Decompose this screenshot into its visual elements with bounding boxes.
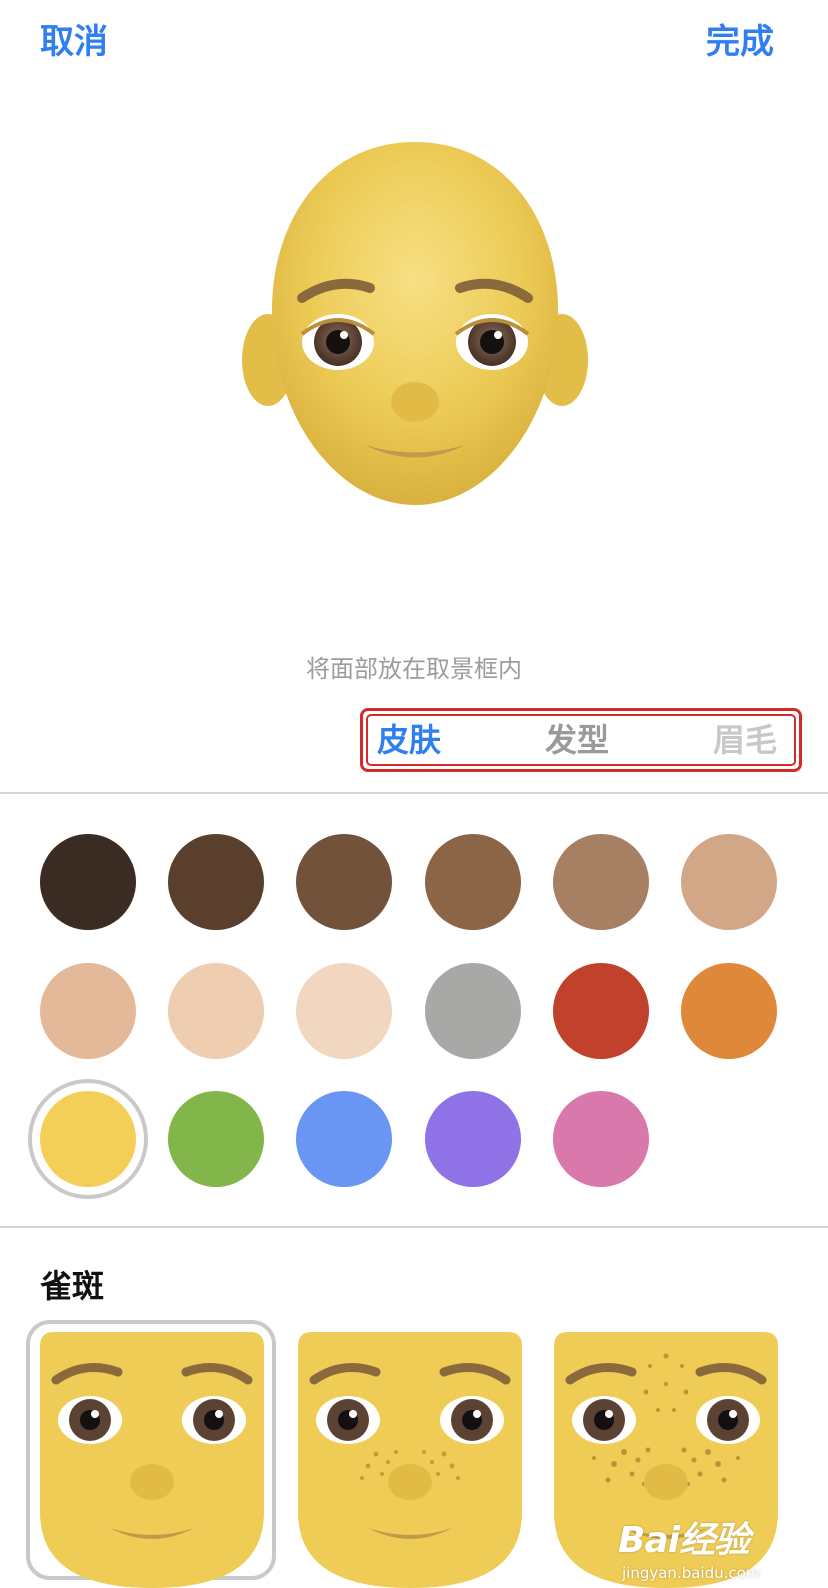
watermark-url: jingyan.baidu.com — [622, 1564, 761, 1582]
face-no-freckles-icon — [40, 1332, 264, 1588]
skin-color-swatch[interactable] — [553, 834, 649, 930]
tab-hairstyle[interactable]: 发型 — [545, 720, 609, 760]
skin-color-swatch[interactable] — [168, 834, 264, 930]
watermark-brand: Bai经验 — [618, 1520, 750, 1561]
face-light-freckles-icon — [298, 1332, 522, 1588]
skin-color-swatch[interactable] — [681, 963, 777, 1059]
divider — [0, 1226, 828, 1228]
skin-color-swatch[interactable] — [553, 963, 649, 1059]
divider — [0, 792, 828, 794]
skin-color-swatch[interactable] — [40, 1091, 136, 1187]
memoji-face-icon — [242, 142, 588, 505]
memoji-preview — [230, 120, 600, 540]
tab-skin[interactable]: 皮肤 — [377, 720, 441, 760]
skin-color-swatch[interactable] — [425, 834, 521, 930]
freckles-option-none[interactable] — [26, 1320, 276, 1588]
skin-color-swatch[interactable] — [296, 834, 392, 930]
skin-color-swatch[interactable] — [681, 834, 777, 930]
skin-color-swatch[interactable] — [296, 1091, 392, 1187]
done-button[interactable]: 完成 — [706, 20, 774, 64]
skin-color-swatch[interactable] — [40, 834, 136, 930]
skin-color-swatch[interactable] — [40, 963, 136, 1059]
cancel-button[interactable]: 取消 — [40, 20, 108, 64]
skin-color-swatch[interactable] — [168, 963, 264, 1059]
baidu-jingyan-watermark: Bai经验 jingyan.baidu.com — [618, 1520, 818, 1584]
freckles-section-title: 雀斑 — [40, 1267, 105, 1305]
freckles-option-light[interactable] — [284, 1320, 534, 1588]
skin-color-swatch[interactable] — [553, 1091, 649, 1187]
skin-color-swatch[interactable] — [425, 1091, 521, 1187]
face-framing-hint: 将面部放在取景框内 — [306, 655, 522, 683]
skin-color-swatch[interactable] — [168, 1091, 264, 1187]
tab-eyebrows[interactable]: 眉毛 — [713, 720, 777, 760]
skin-color-swatch[interactable] — [425, 963, 521, 1059]
category-tabs: 皮肤 发型 眉毛 — [360, 708, 802, 772]
skin-color-swatch[interactable] — [296, 963, 392, 1059]
